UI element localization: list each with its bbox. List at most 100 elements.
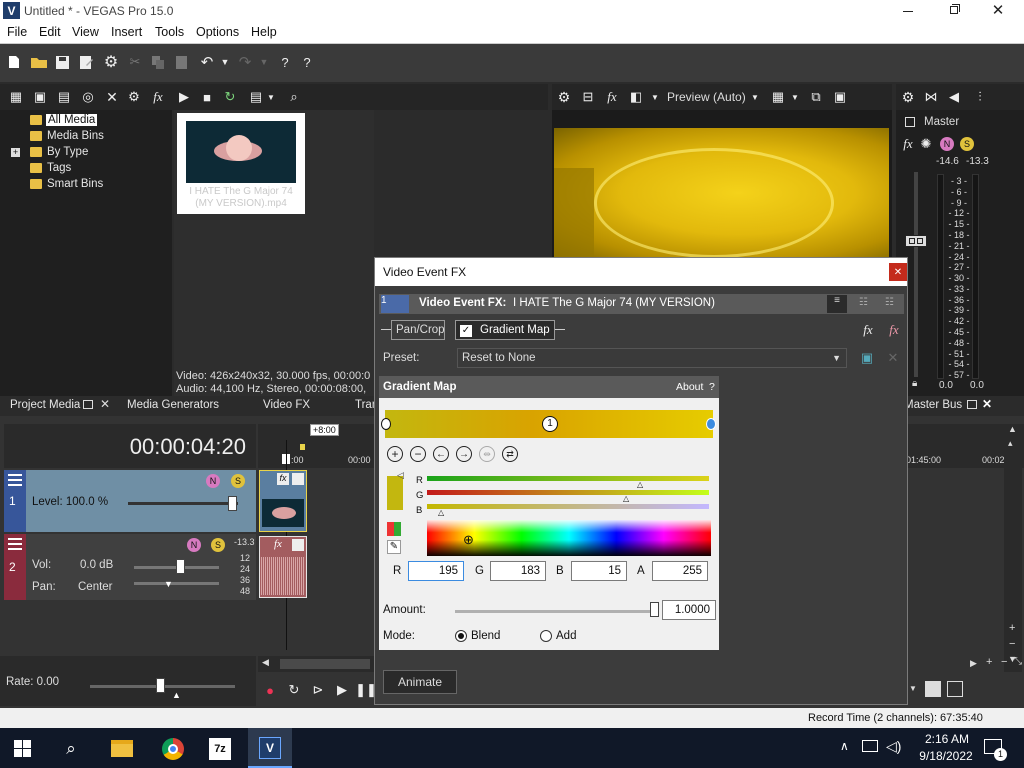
redo-icon[interactable]: ↷ bbox=[236, 53, 254, 71]
color-mode-icon[interactable] bbox=[387, 522, 401, 536]
save-icon[interactable] bbox=[54, 54, 70, 70]
search-icon[interactable]: ⌕ bbox=[286, 89, 302, 105]
chain-item-pan-crop[interactable]: Pan/Crop bbox=[391, 320, 445, 340]
auto-ripple-icon[interactable] bbox=[947, 681, 963, 697]
chrome-icon[interactable] bbox=[162, 738, 184, 760]
mode-add-label[interactable]: Add bbox=[556, 630, 576, 642]
scroll-top-icon[interactable]: ▴ bbox=[1008, 438, 1013, 449]
audio-event-clip[interactable]: fx bbox=[259, 536, 307, 598]
plugin-chain-icon[interactable]: fx bbox=[859, 322, 877, 338]
gradient-bar[interactable]: 1 bbox=[381, 410, 716, 438]
audio-pan-slider-thumb[interactable]: ▼ bbox=[164, 579, 173, 589]
b-input[interactable] bbox=[571, 561, 627, 581]
copy-snapshot-icon[interactable]: ⧉ bbox=[808, 89, 824, 105]
auto-preview-icon[interactable]: ↻ bbox=[222, 89, 238, 105]
clock-date[interactable]: 9/18/2022 bbox=[909, 749, 983, 763]
zoom-in-vertical-icon[interactable]: + bbox=[1009, 622, 1015, 634]
open-folder-icon[interactable] bbox=[30, 54, 48, 70]
prev-stop-icon[interactable]: ← bbox=[433, 446, 449, 462]
new-file-icon[interactable] bbox=[6, 54, 22, 70]
color-swatch[interactable] bbox=[387, 476, 403, 510]
master-fader-handle[interactable] bbox=[905, 235, 927, 247]
blue-channel-thumb[interactable]: △ bbox=[438, 508, 444, 517]
add-stop-icon[interactable]: + bbox=[387, 446, 403, 462]
timeline-scrollbar[interactable]: ◀ bbox=[258, 656, 376, 672]
whats-this-help-icon[interactable]: ? bbox=[276, 53, 294, 71]
master-bus-maximize-icon[interactable] bbox=[967, 400, 977, 409]
save-snapshot-icon[interactable]: ▣ bbox=[832, 89, 848, 105]
pause-icon[interactable]: ❚❚ bbox=[355, 682, 377, 698]
tree-item-media-bins[interactable]: Media Bins bbox=[47, 130, 104, 142]
views-dropdown-icon[interactable]: ▼ bbox=[266, 89, 276, 105]
video-clip-menu-icon[interactable] bbox=[292, 473, 304, 485]
mode-radio-blend[interactable] bbox=[455, 630, 467, 642]
layout-grid-icon[interactable]: ☷ bbox=[885, 297, 894, 308]
audio-pan-slider[interactable] bbox=[134, 582, 219, 585]
master-checkbox[interactable] bbox=[905, 117, 915, 127]
close-window-button[interactable]: ✕ bbox=[986, 1, 1010, 19]
delete-preset-icon[interactable]: ✕ bbox=[885, 350, 901, 366]
hue-spectrum[interactable]: ⊕ bbox=[427, 520, 711, 556]
remove-media-icon[interactable]: ✕ bbox=[104, 89, 120, 105]
tab-media-generators[interactable]: Media Generators bbox=[127, 396, 219, 414]
save-as-icon[interactable] bbox=[78, 54, 94, 70]
dim-output-icon[interactable]: ◀ bbox=[946, 89, 962, 105]
transport-play-icon[interactable]: ▶ bbox=[334, 682, 350, 698]
preview-quality-label[interactable]: Preview (Auto) bbox=[667, 90, 746, 104]
preview-properties-icon[interactable]: ⚙ bbox=[556, 89, 572, 105]
green-channel-thumb[interactable]: △ bbox=[623, 494, 629, 503]
paste-icon[interactable] bbox=[174, 54, 190, 70]
audio-clip-fx-icon[interactable]: fx bbox=[274, 538, 288, 552]
lock-icon[interactable]: 🔒︎ bbox=[912, 378, 917, 389]
master-mute-icon[interactable]: N bbox=[940, 137, 954, 151]
play-from-start-icon[interactable]: ⊳ bbox=[310, 682, 326, 698]
layout-columns-icon[interactable]: ☷ bbox=[859, 297, 868, 308]
master-bus-close-icon[interactable]: ✕ bbox=[982, 397, 992, 411]
minimize-button[interactable] bbox=[893, 4, 923, 18]
zoom-out-vertical-icon[interactable]: − bbox=[1009, 638, 1015, 650]
gradient-right-stop[interactable] bbox=[706, 418, 716, 430]
seven-zip-icon[interactable]: 7z bbox=[209, 738, 231, 760]
snapping-icon[interactable] bbox=[925, 681, 941, 697]
overlays-dropdown-icon[interactable]: ▼ bbox=[790, 89, 800, 105]
preview-quality-dropdown-icon[interactable]: ▼ bbox=[750, 89, 760, 105]
video-track-menu-icon[interactable] bbox=[8, 474, 22, 486]
remove-plugin-icon[interactable]: fx bbox=[885, 322, 903, 338]
web-media-icon[interactable]: ◎ bbox=[80, 89, 96, 105]
help-link[interactable]: ? bbox=[709, 381, 715, 393]
properties-gear-icon[interactable]: ⚙ bbox=[102, 53, 120, 71]
volume-icon[interactable]: ◁) bbox=[886, 738, 901, 755]
tab-master-bus[interactable]: Master Bus bbox=[904, 396, 962, 414]
audio-track-menu-icon[interactable] bbox=[8, 538, 22, 550]
mode-radio-add[interactable] bbox=[540, 630, 552, 642]
media-thumbnail-card[interactable]: I HATE The G Major 74 (MY VERSION).mp4 bbox=[177, 113, 305, 214]
undo-icon[interactable]: ↶ bbox=[198, 53, 216, 71]
master-properties-icon[interactable]: ⚙ bbox=[900, 89, 916, 105]
video-level-slider[interactable] bbox=[128, 502, 238, 505]
menu-tools[interactable]: Tools bbox=[155, 25, 184, 39]
amount-slider[interactable] bbox=[455, 610, 655, 613]
rate-slider-thumb[interactable] bbox=[156, 678, 165, 693]
menu-options[interactable]: Options bbox=[196, 25, 239, 39]
views-icon[interactable]: ▤ bbox=[248, 89, 264, 105]
menu-insert[interactable]: Insert bbox=[111, 25, 142, 39]
record-icon[interactable]: ● bbox=[262, 682, 278, 698]
get-photo-icon[interactable]: ▤ bbox=[56, 89, 72, 105]
tab-maximize-icon[interactable] bbox=[83, 400, 93, 409]
media-properties-icon[interactable]: ⚙ bbox=[126, 89, 142, 105]
master-fx-icon[interactable]: fx bbox=[900, 136, 916, 152]
red-channel-slider[interactable] bbox=[427, 476, 709, 481]
gradient-map-enable-checkbox[interactable]: ✓ bbox=[460, 325, 472, 337]
play-icon[interactable]: ▶ bbox=[176, 89, 192, 105]
menu-view[interactable]: View bbox=[72, 25, 99, 39]
split-dropdown-icon[interactable]: ▼ bbox=[650, 89, 660, 105]
tab-close-icon[interactable]: ✕ bbox=[100, 397, 110, 411]
capture-video-icon[interactable]: ▣ bbox=[32, 89, 48, 105]
overlays-grid-icon[interactable]: ▦ bbox=[770, 89, 786, 105]
loop-icon[interactable]: ↻ bbox=[286, 682, 302, 698]
scroll-left-icon[interactable]: ◀ bbox=[262, 657, 269, 668]
restore-button[interactable] bbox=[940, 3, 970, 19]
preset-dropdown[interactable]: Reset to None ▼ bbox=[457, 348, 847, 368]
tree-item-smart-bins[interactable]: Smart Bins bbox=[47, 178, 103, 190]
zoom-in-horizontal-icon[interactable]: + bbox=[986, 656, 992, 668]
